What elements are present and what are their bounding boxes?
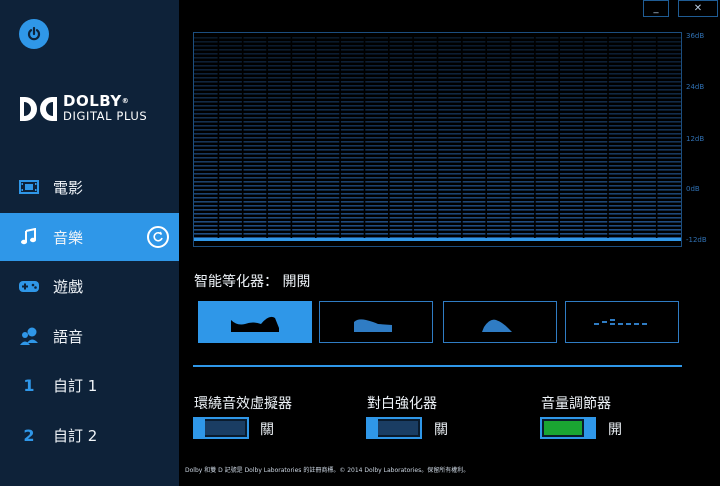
surround-virtualizer-label: 環繞音效虛擬器 xyxy=(194,396,292,412)
sidebar-item-custom-1[interactable]: 1 自訂 1 xyxy=(0,361,179,409)
sidebar: DOLBY® DIGITAL PLUS 電影 音樂 遊戲 語音 1 自訂 1 2… xyxy=(0,0,179,486)
sidebar-item-label: 音樂 xyxy=(53,228,84,247)
copyright-footer: Dolby 和雙 D 記號是 Dolby Laboratories 的註冊商標。… xyxy=(185,467,470,474)
dialogue-enhancer-toggle[interactable] xyxy=(366,417,422,439)
equalizer-graph[interactable] xyxy=(193,32,682,247)
sidebar-item-label: 自訂 2 xyxy=(53,426,98,445)
intelligent-eq-label: 智能等化器： xyxy=(194,274,278,290)
db-label-36: 36dB xyxy=(686,32,705,40)
logo-subtitle: DIGITAL PLUS xyxy=(63,109,148,123)
db-label-24: 24dB xyxy=(686,83,705,91)
surround-virtualizer-toggle[interactable] xyxy=(193,417,249,439)
db-label-12: 12dB xyxy=(686,135,705,143)
dolby-double-d-icon xyxy=(20,96,57,121)
custom-1-icon: 1 xyxy=(23,375,35,395)
sidebar-item-label: 電影 xyxy=(53,178,84,197)
sidebar-item-label: 遊戲 xyxy=(53,277,84,296)
volume-leveler-toggle[interactable] xyxy=(540,417,596,439)
sidebar-item-movie[interactable]: 電影 xyxy=(0,163,179,211)
eq-preset-open[interactable] xyxy=(198,301,312,343)
custom-2-icon: 2 xyxy=(23,425,35,445)
db-label-0: 0dB xyxy=(686,185,700,193)
dolby-logo: DOLBY® DIGITAL PLUS xyxy=(20,94,147,123)
eq-preset-manual[interactable] xyxy=(565,301,679,343)
reset-icon[interactable] xyxy=(147,226,169,248)
power-icon xyxy=(27,26,41,41)
sidebar-item-music[interactable]: 音樂 xyxy=(0,213,179,261)
intelligent-eq-state: 開閱 xyxy=(282,274,311,290)
volume-leveler-state: 開 xyxy=(608,422,622,438)
power-button[interactable] xyxy=(19,19,49,49)
sidebar-item-label: 自訂 1 xyxy=(53,376,98,395)
voice-chat-icon xyxy=(18,325,40,347)
volume-leveler-label: 音量調節器 xyxy=(541,396,611,412)
sidebar-item-custom-2[interactable]: 2 自訂 2 xyxy=(0,411,179,459)
rich-preset-icon xyxy=(354,319,392,332)
sidebar-item-voice[interactable]: 語音 xyxy=(0,312,179,360)
film-icon xyxy=(18,176,40,198)
eq-preset-rich[interactable] xyxy=(319,301,433,343)
equalizer-bars xyxy=(194,33,681,246)
db-label-minus-12: -12dB xyxy=(686,236,707,244)
sidebar-item-label: 語音 xyxy=(53,327,84,346)
sidebar-item-game[interactable]: 遊戲 xyxy=(0,262,179,310)
dialogue-enhancer-label: 對白強化器 xyxy=(367,396,437,412)
surround-virtualizer-state: 關 xyxy=(260,422,274,438)
close-button[interactable]: ✕ xyxy=(678,0,718,17)
music-note-icon xyxy=(18,226,40,248)
intelligent-eq-title: 智能等化器： 開閱 xyxy=(194,271,310,291)
gamepad-icon xyxy=(18,275,40,297)
eq-preset-focused[interactable] xyxy=(443,301,557,343)
dialogue-enhancer-state: 關 xyxy=(434,422,448,438)
open-preset-icon xyxy=(231,316,279,332)
minimize-button[interactable]: _ xyxy=(643,0,669,17)
logo-title: DOLBY xyxy=(63,92,122,110)
manual-preset-icon xyxy=(594,319,647,325)
logo-registered-mark: ® xyxy=(121,97,130,105)
focused-preset-icon xyxy=(482,319,512,332)
section-divider xyxy=(193,365,682,367)
